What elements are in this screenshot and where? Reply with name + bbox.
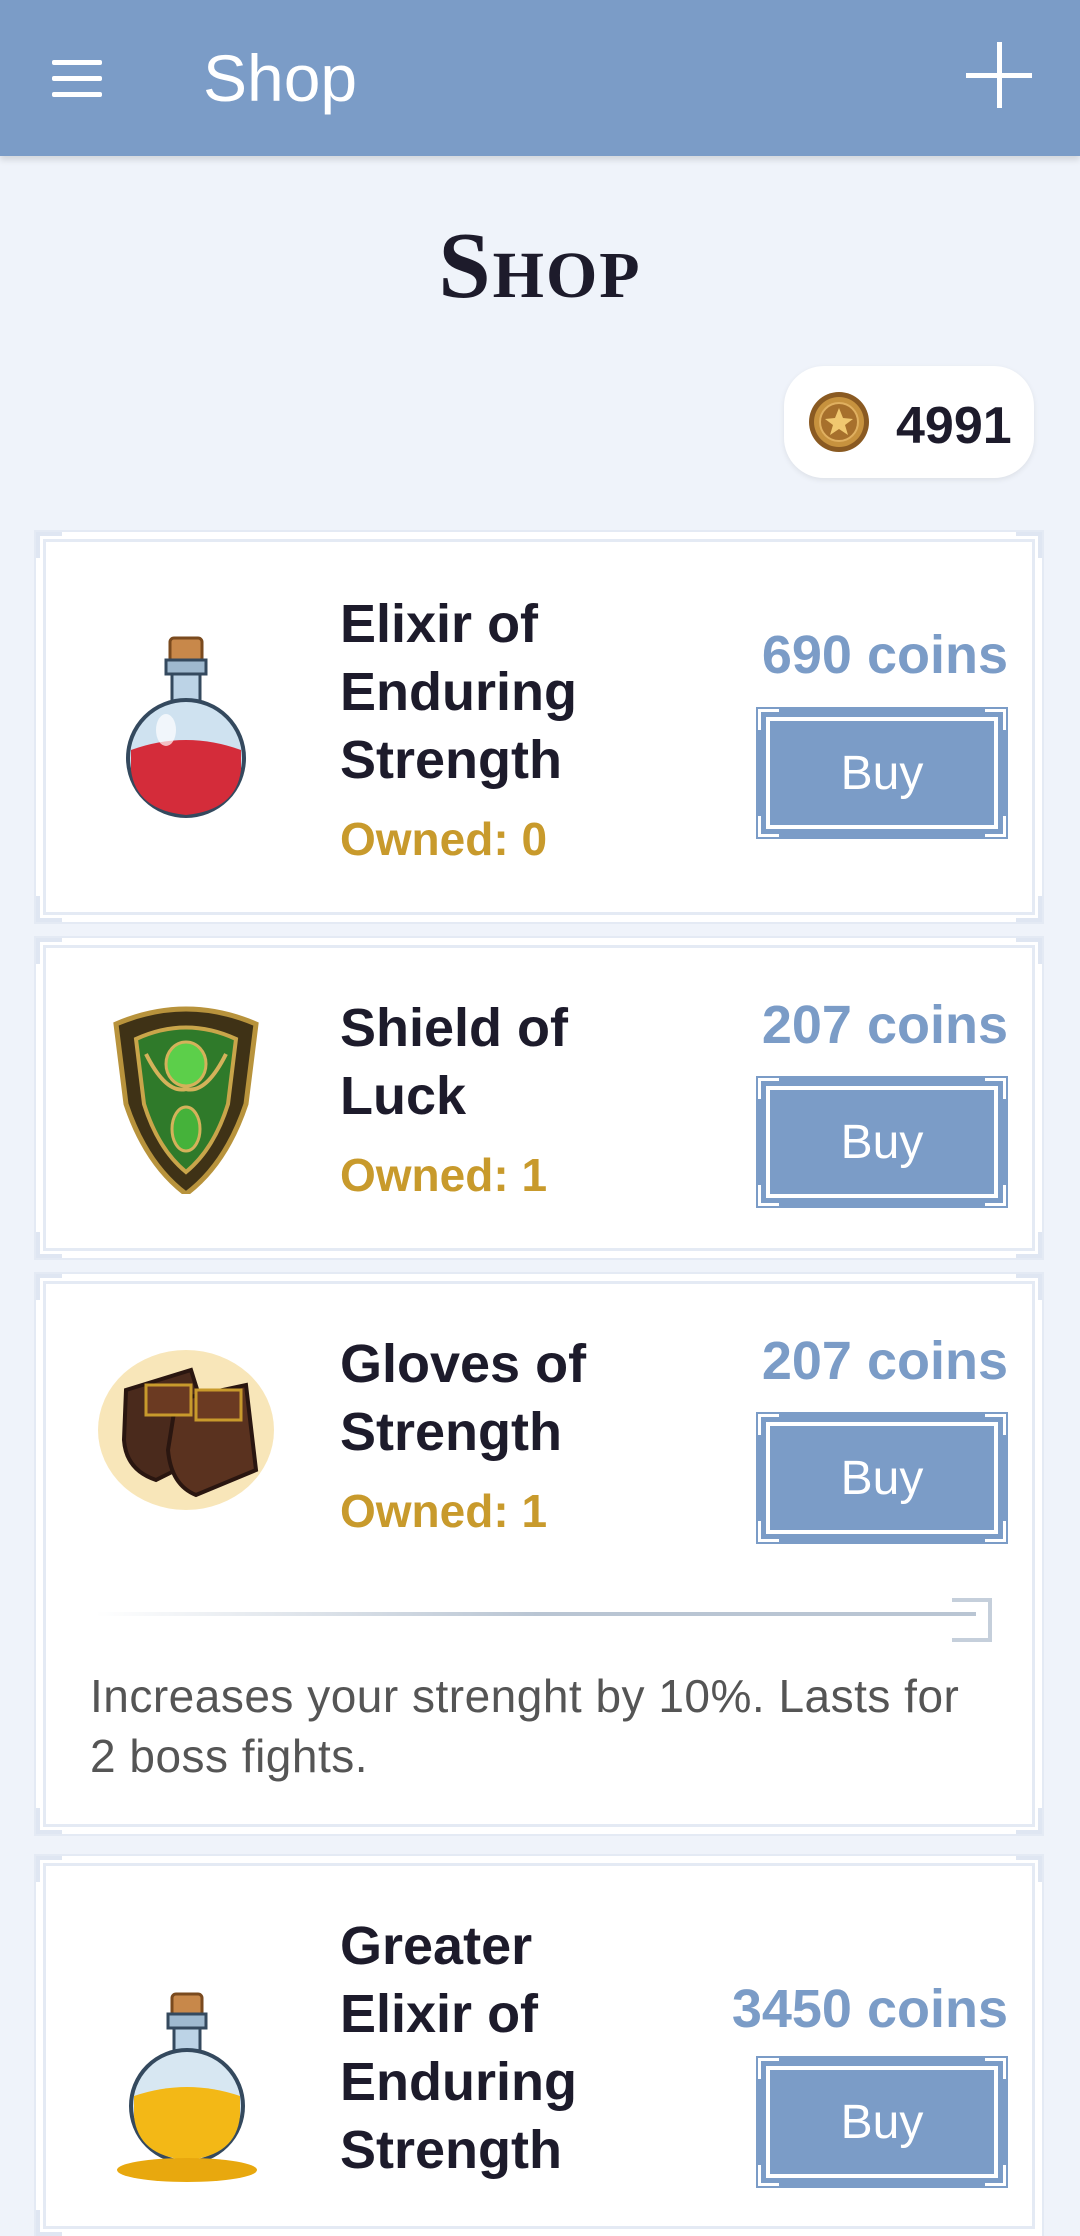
coin-balance: 4991 bbox=[784, 366, 1034, 478]
item-price: 690 coins bbox=[761, 625, 1008, 685]
buy-button[interactable]: Buy bbox=[756, 1412, 1008, 1544]
red-potion-icon bbox=[126, 636, 246, 818]
buy-button[interactable]: Buy bbox=[756, 707, 1008, 839]
item-price: 3450 coins bbox=[731, 1979, 1008, 2039]
buy-button-label: Buy bbox=[840, 1115, 924, 1169]
buy-button-label: Buy bbox=[840, 746, 924, 800]
item-name: Gloves of Strength bbox=[340, 1334, 587, 1462]
golden-potion-icon bbox=[117, 1992, 257, 2182]
shop-item-card: Elixir of Enduring Strength Owned: 0 690… bbox=[36, 532, 1042, 922]
buy-button[interactable]: Buy bbox=[756, 2056, 1008, 2188]
shop-item-card: Shield of Luck Owned: 1 207 coins Buy bbox=[36, 938, 1042, 1258]
shop-item-card: Greater Elixir of Enduring Strength 3450… bbox=[36, 1856, 1042, 2236]
item-description: Increases your strenght by 10%. Lasts fo… bbox=[90, 1670, 960, 1782]
shop-item-card-expanded: Gloves of Strength Owned: 1 207 coins Bu… bbox=[36, 1274, 1042, 1834]
owned-count: Owned: 0 bbox=[340, 813, 548, 865]
gloves-icon bbox=[98, 1350, 274, 1510]
owned-count: Owned: 1 bbox=[340, 1149, 548, 1201]
item-name: Greater Elixir of Enduring Strength bbox=[340, 1916, 577, 2180]
app-bar: Shop bbox=[0, 0, 1080, 156]
page-title: Shop bbox=[438, 214, 642, 318]
menu-icon[interactable] bbox=[48, 52, 108, 104]
item-name: Shield of Luck bbox=[340, 998, 568, 1126]
divider-ornament bbox=[952, 1598, 992, 1642]
buy-button-label: Buy bbox=[840, 1451, 924, 1505]
item-name: Elixir of Enduring Strength bbox=[340, 594, 577, 790]
item-price: 207 coins bbox=[761, 1331, 1008, 1391]
add-icon[interactable] bbox=[964, 40, 1034, 110]
item-price: 207 coins bbox=[761, 995, 1008, 1055]
buy-button[interactable]: Buy bbox=[756, 1076, 1008, 1208]
divider bbox=[96, 1612, 976, 1616]
owned-count: Owned: 1 bbox=[340, 1485, 548, 1537]
coin-icon bbox=[809, 392, 869, 452]
shield-icon bbox=[113, 1006, 259, 1194]
buy-button-label: Buy bbox=[840, 2095, 924, 2149]
coin-balance-value: 4991 bbox=[896, 397, 1012, 455]
app-bar-title: Shop bbox=[203, 41, 358, 115]
